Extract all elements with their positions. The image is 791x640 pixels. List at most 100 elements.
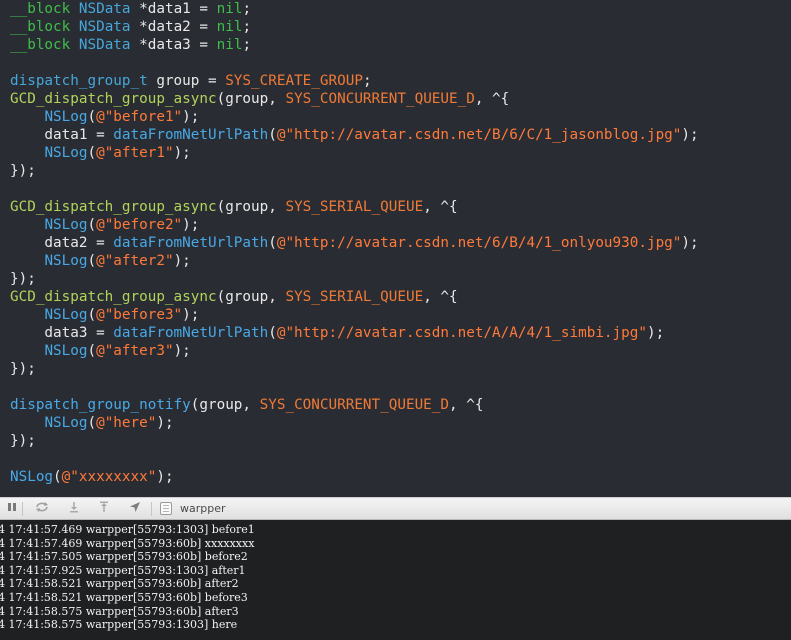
code-token: }); [10, 271, 36, 287]
code-editor[interactable]: __block NSData *data1 = nil; __block NSDa… [0, 0, 791, 497]
code-token: ; [242, 1, 252, 17]
code-token: (group, [190, 397, 260, 413]
debug-toolbar: warpper [0, 497, 791, 520]
console-log-line: 4 17:41:57.469 warpper[55793:1303] befor… [0, 523, 255, 536]
code-token: ); [173, 343, 191, 359]
reload-icon[interactable] [34, 501, 50, 517]
console-output[interactable]: 4 17:41:57.469 warpper[55793:1303] befor… [0, 520, 791, 640]
code-token: @"after2" [96, 253, 174, 269]
code-line: }); [10, 360, 36, 378]
code-token: @"before2" [96, 217, 183, 233]
code-token: NSLog [10, 469, 54, 485]
code-token: ( [87, 307, 97, 323]
code-token: group = [147, 73, 226, 89]
code-line: GCD_dispatch_group_async(group, SYS_CONC… [10, 90, 509, 108]
code-token: }); [10, 361, 36, 377]
code-token: nil [216, 1, 243, 17]
code-line: NSLog(@"before2"); [10, 216, 199, 234]
step-over-icon[interactable] [66, 501, 82, 517]
console-log-line: 4 17:41:57.505 warpper[55793:60b] before… [0, 550, 248, 564]
pause-icon[interactable] [4, 501, 20, 517]
code-line: __block NSData *data1 = nil; [10, 0, 251, 18]
code-token: data3 = [10, 325, 114, 341]
code-token: GCD_dispatch_group_async [10, 91, 217, 107]
code-token: ( [268, 325, 277, 341]
code-line: NSLog(@"after1"); [10, 144, 191, 162]
console-log-line: 4 17:41:57.469 warpper[55793:60b] xxxxxx… [0, 536, 255, 550]
code-line: GCD_dispatch_group_async(group, SYS_SERI… [10, 288, 458, 306]
code-token: NSLog [44, 109, 88, 125]
code-token: ); [182, 307, 200, 323]
code-token: SYS_CREATE_GROUP [225, 73, 363, 89]
code-token: ); [173, 145, 191, 161]
code-token: @"after1" [96, 145, 174, 161]
console-log-line: 4 17:41:57.925 warpper[55793:1303] after… [0, 563, 246, 577]
code-token: , ^{ [474, 91, 510, 107]
code-line: NSLog(@"before1"); [10, 108, 199, 126]
code-token: ( [87, 145, 97, 161]
code-token: (group, [216, 289, 286, 305]
code-token: SYS_SERIAL_QUEUE [285, 289, 424, 305]
code-token: __block [10, 1, 71, 17]
code-token: @"before1" [96, 109, 183, 125]
code-token: }); [10, 163, 36, 179]
code-line: dispatch_group_t group = SYS_CREATE_GROU… [10, 72, 372, 90]
code-token: SYS_CONCURRENT_QUEUE_D [259, 397, 450, 413]
code-token: *data2 = [130, 19, 217, 35]
code-token: ); [156, 469, 174, 485]
console-log-line: 4 17:41:58.575 warpper[55793:60b] after3 [0, 604, 239, 618]
console-log-line: 4 17:41:58.575 warpper[55793:1303] here [0, 618, 238, 632]
code-token: @"xxxxxxxx" [61, 469, 157, 485]
code-token: NSLog [44, 253, 88, 269]
code-token: @"here" [96, 415, 157, 431]
code-token: data1 = [10, 127, 114, 143]
code-token: ( [87, 253, 97, 269]
code-token: @"http://avatar.csdn.net/6/B/4/1_onlyou9… [276, 235, 682, 251]
code-token: NSLog [44, 415, 88, 431]
step-out-icon[interactable] [96, 501, 112, 517]
code-token: @"http://avatar.csdn.net/B/6/C/1_jasonbl… [276, 127, 682, 143]
code-token: dataFromNetUrlPath [113, 127, 269, 143]
code-token: ( [268, 127, 277, 143]
code-token: }); [10, 433, 36, 449]
code-token: ); [156, 415, 174, 431]
code-token: NSData [78, 1, 131, 17]
code-token: ); [182, 109, 200, 125]
code-token: NSLog [44, 217, 88, 233]
code-token: @"before3" [96, 307, 183, 323]
code-line: NSLog(@"after3"); [10, 342, 191, 360]
code-line: NSLog(@"after2"); [10, 252, 190, 270]
code-line: NSLog(@"here"); [10, 414, 174, 432]
code-line: NSLog(@"xxxxxxxx"); [10, 468, 174, 486]
code-token: dataFromNetUrlPath [113, 235, 269, 251]
code-token: NSData [78, 37, 131, 53]
code-token: ); [646, 325, 665, 341]
code-line: dispatch_group_notify(group, SYS_CONCURR… [10, 396, 483, 414]
code-token: @"after3" [96, 343, 174, 359]
code-token: ( [87, 217, 97, 233]
code-token: dispatch_group_notify [10, 397, 191, 413]
code-token: NSData [78, 19, 131, 35]
code-token: __block [10, 37, 71, 53]
code-token: ( [87, 343, 97, 359]
code-token: , ^{ [423, 289, 458, 305]
code-token: ); [681, 235, 699, 251]
code-line: __block NSData *data3 = nil; [10, 36, 251, 54]
code-token: __block [10, 19, 71, 35]
code-line: data3 = dataFromNetUrlPath(@"http://avat… [10, 324, 664, 342]
code-token: ); [182, 217, 200, 233]
toolbar-divider [151, 502, 152, 516]
code-token: , ^{ [423, 199, 458, 215]
thread-label[interactable]: warpper [180, 501, 226, 517]
code-token: *data3 = [130, 37, 217, 53]
code-line: data1 = dataFromNetUrlPath(@"http://avat… [10, 126, 698, 144]
code-line: }); [10, 270, 36, 288]
location-arrow-icon[interactable] [127, 501, 143, 517]
code-token: dataFromNetUrlPath [113, 325, 269, 341]
